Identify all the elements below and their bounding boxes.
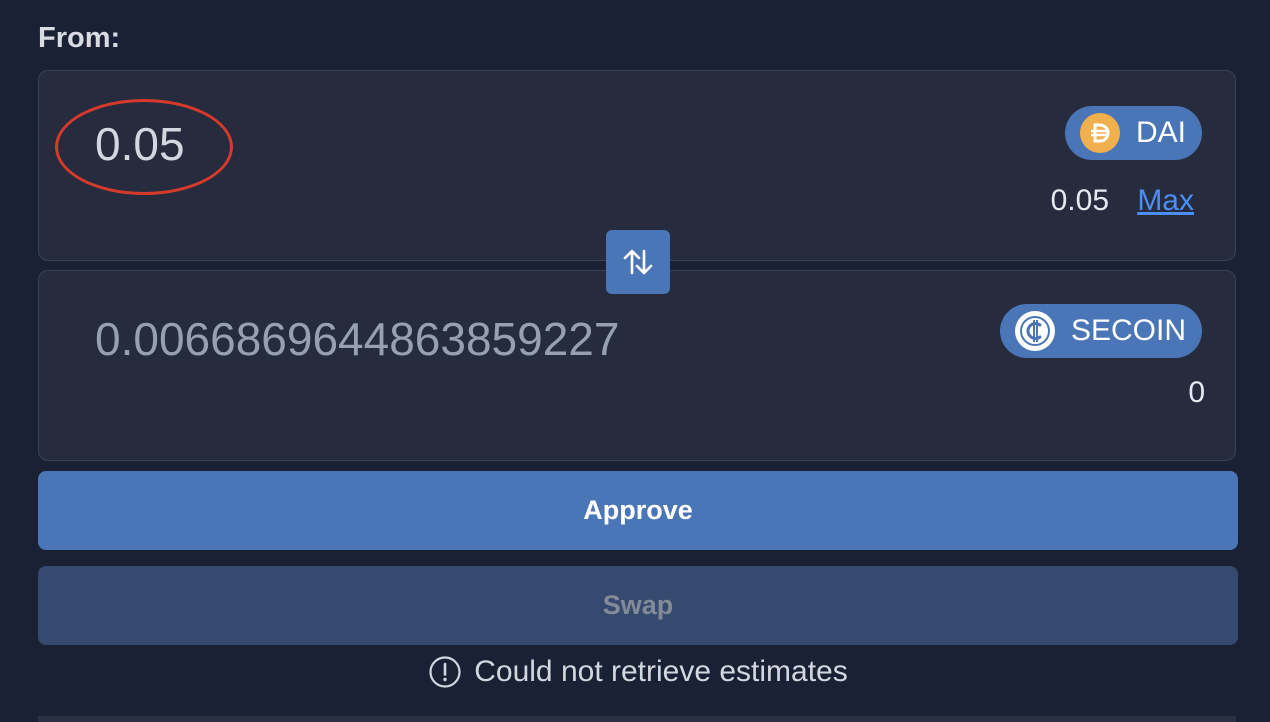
next-panel-edge bbox=[38, 716, 1236, 722]
from-token-selector[interactable]: DAI bbox=[1064, 106, 1202, 160]
secoin-icon bbox=[1014, 311, 1055, 351]
to-token-balance: 0 bbox=[1188, 376, 1205, 409]
from-token-balance: 0.05 bbox=[1050, 184, 1109, 217]
from-label: From: bbox=[38, 22, 121, 54]
from-token-symbol: DAI bbox=[1135, 116, 1186, 149]
info-circle-icon bbox=[428, 655, 462, 689]
dai-icon bbox=[1079, 113, 1120, 153]
swap-button[interactable]: Swap bbox=[38, 566, 1238, 645]
approve-button[interactable]: Approve bbox=[38, 471, 1238, 550]
estimate-error-text: Could not retrieve estimates bbox=[474, 655, 848, 688]
to-token-selector[interactable]: SECOIN bbox=[999, 304, 1202, 358]
estimate-error-message: Could not retrieve estimates bbox=[0, 655, 1270, 689]
swap-direction-button[interactable] bbox=[606, 230, 670, 294]
from-amount-input[interactable] bbox=[95, 117, 795, 171]
swap-widget: From: DAI 0.05 Max bbox=[0, 0, 1270, 722]
to-panel: SECOIN 0 bbox=[38, 270, 1236, 461]
to-token-symbol: SECOIN bbox=[1070, 314, 1186, 347]
to-amount-input[interactable] bbox=[95, 312, 795, 366]
arrows-up-down-icon bbox=[620, 244, 656, 280]
max-button[interactable]: Max bbox=[1137, 184, 1194, 218]
